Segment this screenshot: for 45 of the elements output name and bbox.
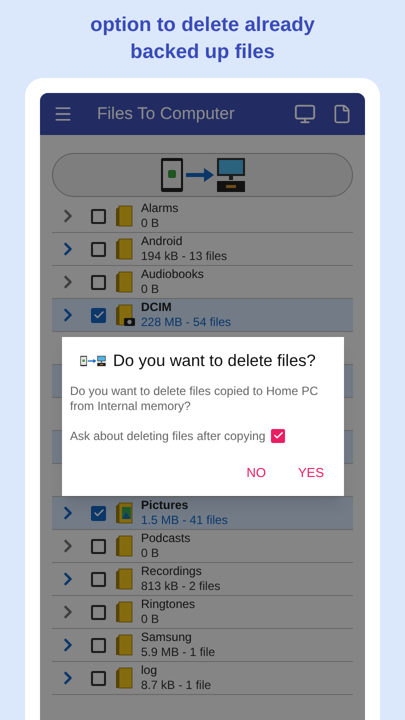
checkbox[interactable] <box>91 538 106 554</box>
folder-name: Audiobooks <box>141 267 204 282</box>
app-title: Files To Computer <box>97 103 235 126</box>
folder-info: 813 kB - 2 files <box>141 579 220 594</box>
checkbox[interactable] <box>91 242 106 256</box>
check-icon <box>272 430 284 442</box>
folder-info: 0 B <box>141 216 160 231</box>
dialog-button[interactable]: YES <box>286 458 336 486</box>
dialog-title: Do you want to delete files? <box>113 351 316 372</box>
folder-info: 0 B <box>141 612 160 627</box>
folder-info: 0 B <box>141 546 160 561</box>
checkbox[interactable] <box>91 274 106 290</box>
monitor-icon[interactable] <box>294 103 316 125</box>
check-icon <box>92 309 104 321</box>
dialog-message: Do you want to delete files copied to Home PC from Internal memory? <box>70 384 320 414</box>
folder-info: 1.5 MB - 41 files <box>141 513 228 528</box>
folder-name: Ringtones <box>141 597 196 612</box>
dialog-button[interactable]: NO <box>234 458 278 486</box>
camera-folder-icon <box>114 303 136 327</box>
checkbox[interactable] <box>91 308 106 322</box>
checkbox[interactable] <box>91 572 106 586</box>
folder-name: Pictures <box>141 498 190 513</box>
folder-name: DCIM <box>141 300 173 315</box>
folder-info: 8.7 kB - 1 file <box>141 678 212 693</box>
checkbox[interactable] <box>91 604 106 620</box>
folder-name: Android <box>141 234 184 249</box>
check-icon <box>92 507 104 519</box>
folder-info: 0 B <box>141 282 160 297</box>
checkbox[interactable] <box>91 670 106 686</box>
headline: option to delete already backed up files <box>89 13 316 65</box>
folder-info: 228 MB - 54 files <box>141 315 232 330</box>
checkbox[interactable] <box>91 208 106 224</box>
checkbox[interactable] <box>91 506 106 520</box>
folder-name: log <box>141 663 158 678</box>
folder-name: Recordings <box>141 564 203 579</box>
folder-name: Samsung <box>141 630 193 645</box>
folder-info: 194 kB - 13 files <box>141 249 228 264</box>
checkbox[interactable] <box>271 428 286 443</box>
folder-name: Podcasts <box>141 531 190 546</box>
file-icon[interactable] <box>332 104 352 124</box>
option-label: Ask about deleting files after copying <box>70 428 266 445</box>
transfer-button[interactable] <box>52 153 353 197</box>
folder-name: Alarms <box>141 201 178 216</box>
checkbox[interactable] <box>91 638 106 652</box>
folder-info: 5.9 MB - 1 file <box>141 645 216 660</box>
